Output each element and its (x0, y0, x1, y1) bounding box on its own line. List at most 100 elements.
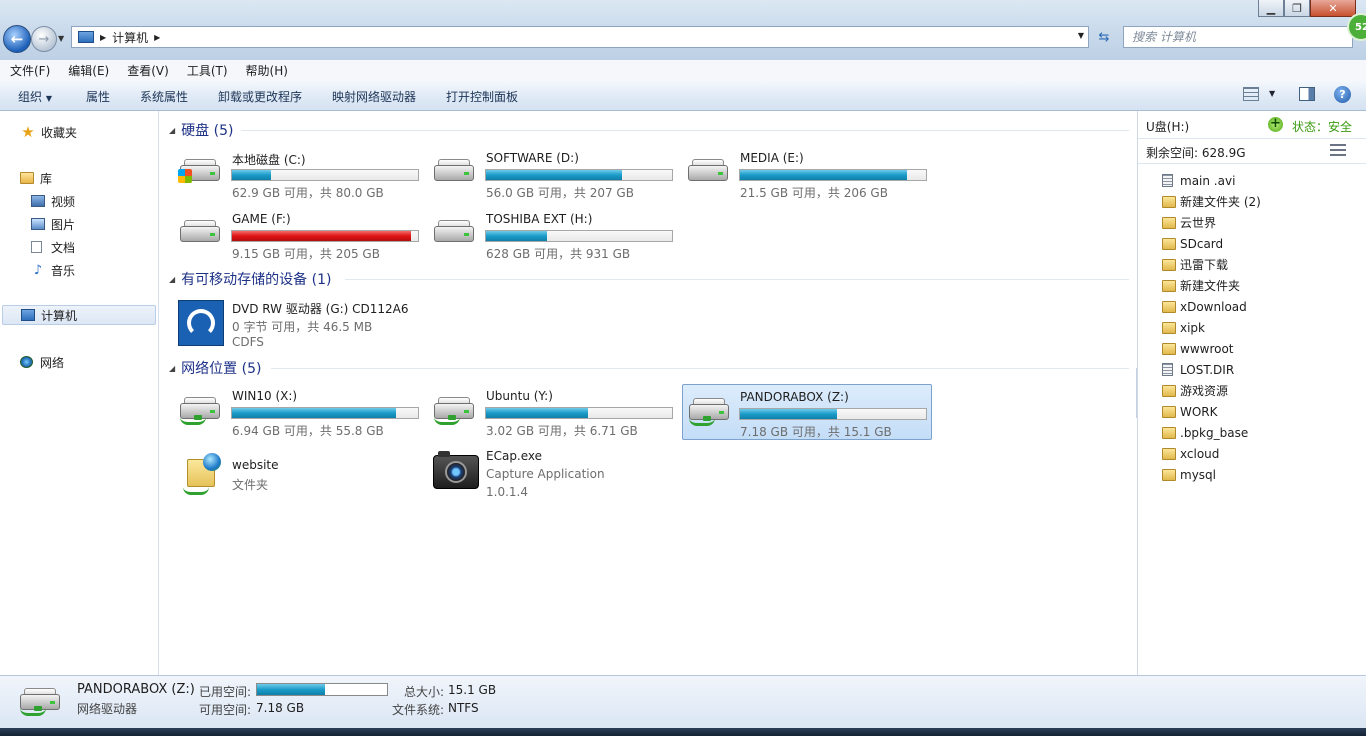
details-fs-label: 文件系统: (392, 703, 445, 717)
help-icon[interactable]: ? (1334, 86, 1351, 103)
usb-list-item[interactable]: main .avi (1162, 170, 1235, 191)
usb-list-item[interactable]: .bpkg_base (1162, 422, 1248, 443)
usb-list-item[interactable]: wwwroot (1162, 338, 1234, 359)
usb-drive-title: U盘(H:) (1146, 120, 1190, 134)
minimize-button[interactable]: ▁ (1258, 0, 1284, 17)
nav-pictures[interactable]: 图片 (31, 214, 75, 234)
drive-space-info: 628 GB 可用，共 931 GB (486, 247, 631, 261)
back-button[interactable]: ← (3, 25, 31, 53)
system-properties-button[interactable]: 系统属性 (140, 88, 188, 105)
network-icon (20, 356, 33, 368)
drive-name: MEDIA (E:) (740, 151, 804, 165)
folder-icon (1162, 447, 1176, 460)
nav-computer[interactable]: 计算机 (2, 305, 156, 325)
search-input[interactable]: 搜索 计算机 (1123, 26, 1353, 48)
forward-button[interactable]: → (31, 26, 57, 52)
group-network[interactable]: ◢ 网络位置 (5) (169, 359, 261, 377)
recent-pages-dropdown[interactable]: ▼ (58, 34, 64, 43)
network-cable-icon (434, 415, 460, 425)
menu-tools[interactable]: 工具(T) (177, 62, 236, 79)
usb-list-item[interactable]: xcloud (1162, 443, 1219, 464)
drive-h[interactable]: TOSHIBA EXT (H:) 628 GB 可用，共 931 GB (423, 206, 673, 262)
folder-icon (1162, 195, 1176, 208)
breadcrumb-chevron-icon[interactable]: ▶ (154, 33, 160, 42)
usage-bar (231, 169, 419, 181)
program-version: 1.0.1.4 (486, 485, 528, 499)
usb-list-item[interactable]: mysql (1162, 464, 1216, 485)
usb-list-item[interactable]: 云世界 (1162, 212, 1216, 233)
menu-bar: 文件(F) 编辑(E) 查看(V) 工具(T) 帮助(H) (0, 60, 1366, 80)
menu-help[interactable]: 帮助(H) (236, 62, 296, 79)
network-cable-icon (180, 415, 206, 425)
file-icon (1162, 174, 1173, 187)
group-removable[interactable]: ◢ 有可移动存储的设备 (1) (169, 270, 331, 288)
usb-list-item[interactable]: SDcard (1162, 233, 1223, 254)
details-used-label: 已用空间: (199, 685, 252, 699)
usb-item-label: .bpkg_base (1180, 425, 1249, 440)
nav-favorites[interactable]: ★ 收藏夹 (20, 122, 77, 142)
menu-edit[interactable]: 编辑(E) (58, 62, 117, 79)
map-network-drive-button[interactable]: 映射网络驱动器 (332, 88, 416, 105)
network-drive-icon (687, 396, 731, 426)
nav-music-label: 音乐 (51, 263, 76, 278)
nav-music[interactable]: ♪ 音乐 (31, 260, 75, 280)
drive-d[interactable]: SOFTWARE (D:) 56.0 GB 可用，共 207 GB (423, 145, 673, 201)
usb-list-item[interactable]: 新建文件夹 (1162, 275, 1240, 296)
details-usage-bar (256, 683, 388, 696)
usb-item-label: WORK (1180, 404, 1218, 419)
usb-list-item[interactable]: 新建文件夹 (2) (1162, 191, 1261, 212)
details-drive-name: PANDORABOX (Z:) (77, 682, 195, 697)
usb-list-item[interactable]: WORK (1162, 401, 1218, 422)
windows-logo-icon (178, 169, 192, 183)
usb-list-item[interactable]: LOST.DIR (1162, 359, 1234, 380)
nav-libraries[interactable]: 库 (20, 168, 52, 188)
drive-c[interactable]: 本地磁盘 (C:) 62.9 GB 可用，共 80.0 GB (169, 145, 419, 201)
group-network-label: 网络位置 (5) (181, 361, 262, 377)
close-button[interactable]: ✕ (1310, 0, 1356, 17)
breadcrumb-computer[interactable]: 计算机 (112, 29, 148, 46)
drive-e[interactable]: MEDIA (E:) 21.5 GB 可用，共 206 GB (677, 145, 927, 201)
address-dropdown-icon[interactable]: ▼ (1078, 31, 1084, 40)
network-drive-icon (18, 686, 62, 722)
menu-file[interactable]: 文件(F) (0, 62, 58, 79)
uninstall-program-button[interactable]: 卸载或更改程序 (218, 88, 302, 105)
properties-button[interactable]: 属性 (86, 88, 110, 105)
preview-pane-icon[interactable] (1299, 87, 1315, 101)
breadcrumb-separator-icon[interactable]: ▶ (100, 33, 106, 42)
view-dropdown-icon[interactable]: ▼ (1269, 89, 1275, 98)
group-divider (271, 368, 1129, 369)
maximize-button[interactable]: ❐ (1284, 0, 1310, 17)
drive-y[interactable]: Ubuntu (Y:) 3.02 GB 可用，共 6.71 GB (423, 383, 673, 439)
drive-x[interactable]: WIN10 (X:) 6.94 GB 可用，共 55.8 GB (169, 383, 419, 439)
nav-documents[interactable]: 文档 (31, 237, 75, 257)
folder-icon (1162, 426, 1176, 439)
ecap-program[interactable]: ECap.exe Capture Application 1.0.1.4 (423, 447, 673, 507)
usb-drive-panel: U盘(H:) + 状态：安全 剩余空间: 628.9G main .avi 新建文… (1137, 111, 1366, 675)
menu-view[interactable]: 查看(V) (117, 62, 177, 79)
drive-name: WIN10 (X:) (232, 389, 298, 403)
nav-favorites-label: 收藏夹 (41, 125, 78, 140)
drive-f[interactable]: GAME (F:) 9.15 GB 可用，共 205 GB (169, 206, 419, 262)
refresh-button[interactable]: ⇆ (1093, 26, 1115, 48)
details-pane: PANDORABOX (Z:) 网络驱动器 已用空间: 可用空间: 7.18 G… (0, 675, 1366, 728)
drive-z-selected[interactable]: PANDORABOX (Z:) 7.18 GB 可用，共 15.1 GB (682, 384, 932, 440)
computer-icon (21, 309, 35, 321)
usb-list-item[interactable]: xipk (1162, 317, 1205, 338)
group-hard-disks[interactable]: ◢ 硬盘 (5) (169, 121, 233, 139)
group-divider (241, 130, 1129, 131)
hamburger-menu-icon[interactable] (1330, 144, 1346, 156)
usb-list-item[interactable]: 迅雷下载 (1162, 254, 1228, 275)
drive-g-dvd[interactable]: DVD RW 驱动器 (G:) CD112A6 0 字节 可用，共 46.5 M… (169, 294, 419, 354)
nav-network[interactable]: 网络 (20, 352, 64, 372)
open-control-panel-button[interactable]: 打开控制面板 (446, 88, 518, 105)
usb-list-item[interactable]: xDownload (1162, 296, 1247, 317)
change-view-icon[interactable] (1243, 87, 1259, 101)
website-folder[interactable]: website 文件夹 (169, 447, 419, 503)
usb-list-item[interactable]: 游戏资源 (1162, 380, 1228, 401)
address-bar[interactable]: ▶ 计算机 ▶ ▼ (71, 26, 1089, 48)
drive-space-info: 9.15 GB 可用，共 205 GB (232, 247, 380, 261)
nav-video[interactable]: 视频 (31, 191, 75, 211)
organize-button[interactable]: 组织 ▼ (18, 88, 52, 105)
content-area: ◢ 硬盘 (5) 本地磁盘 (C:) 62.9 GB 可用，共 80.0 GB S… (159, 111, 1136, 675)
usb-item-label: mysql (1180, 467, 1216, 482)
